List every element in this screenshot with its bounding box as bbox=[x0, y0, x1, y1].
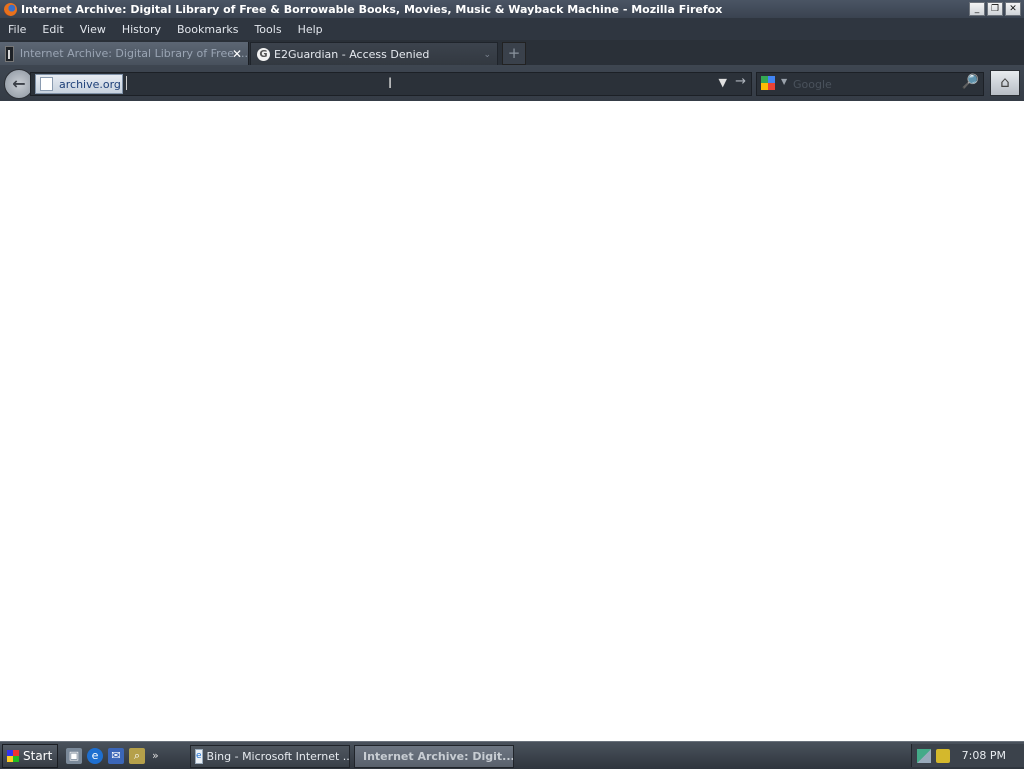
internet-explorer-icon[interactable]: e bbox=[87, 747, 103, 764]
taskbar-item-firefox[interactable]: Internet Archive: Digit... bbox=[354, 745, 514, 768]
url-input[interactable] bbox=[125, 74, 709, 94]
home-button[interactable]: ⌂ bbox=[990, 70, 1020, 96]
maximize-button[interactable]: ❐ bbox=[987, 2, 1003, 16]
tab-e2guardian[interactable]: G E2Guardian - Access Denied ⌄ bbox=[250, 42, 498, 67]
security-icon[interactable] bbox=[936, 748, 950, 763]
taskbar: Start ▣ e ✉ ⌕ » e Bing - Microsoft Inter… bbox=[0, 741, 1024, 769]
tab-internet-archive[interactable]: Internet Archive: Digital Library of Fre… bbox=[0, 42, 249, 65]
google-favicon-icon: G bbox=[257, 48, 270, 61]
search-input[interactable] bbox=[791, 74, 955, 94]
clock[interactable]: 7:08 PM bbox=[962, 749, 1006, 762]
window-title: Internet Archive: Digital Library of Fre… bbox=[21, 2, 723, 16]
search-bar[interactable]: ▼ 🔎 bbox=[756, 72, 984, 96]
text-caret bbox=[126, 76, 127, 90]
start-label: Start bbox=[23, 748, 53, 763]
site-identity-button[interactable]: archive.org bbox=[35, 74, 123, 94]
ie-page-icon: e bbox=[195, 749, 203, 764]
taskbar-item-label: Bing - Microsoft Internet ... bbox=[206, 750, 350, 763]
new-tab-button[interactable]: + bbox=[502, 42, 526, 65]
url-history-dropdown-icon[interactable]: ▼ bbox=[719, 76, 727, 89]
start-button[interactable]: Start bbox=[2, 743, 58, 768]
close-tab-icon[interactable]: ✕ bbox=[232, 47, 242, 61]
page-icon bbox=[40, 77, 53, 91]
taskbar-item-bing[interactable]: e Bing - Microsoft Internet ... bbox=[190, 745, 350, 768]
close-button[interactable]: ✕ bbox=[1005, 2, 1021, 16]
quick-launch: ▣ e ✉ ⌕ » bbox=[66, 747, 159, 764]
tab-label: E2Guardian - Access Denied bbox=[274, 48, 430, 61]
menu-file[interactable]: File bbox=[0, 23, 34, 36]
archive-icon bbox=[5, 45, 14, 62]
taskbar-item-label: Internet Archive: Digit... bbox=[363, 750, 514, 763]
outlook-express-icon[interactable]: ✉ bbox=[108, 747, 124, 764]
navigation-toolbar: ← archive.org ▼ → ▼ 🔎 ⌂ bbox=[0, 65, 1024, 102]
google-engine-icon[interactable] bbox=[761, 76, 775, 90]
menu-help[interactable]: Help bbox=[290, 23, 331, 36]
search-icon[interactable]: 🔎 bbox=[962, 74, 979, 90]
tab-label: Internet Archive: Digital Library of Fre… bbox=[19, 47, 248, 60]
tab-chevron-icon: ⌄ bbox=[483, 49, 491, 60]
window-title-bar: Internet Archive: Digital Library of Fre… bbox=[0, 0, 1024, 18]
menu-bookmarks[interactable]: Bookmarks bbox=[169, 23, 246, 36]
network-icon[interactable] bbox=[917, 748, 931, 763]
menu-tools[interactable]: Tools bbox=[246, 23, 289, 36]
page-content[interactable] bbox=[0, 101, 1024, 741]
menu-edit[interactable]: Edit bbox=[34, 23, 71, 36]
menu-history[interactable]: History bbox=[114, 23, 169, 36]
window-controls: _ ❐ ✕ bbox=[969, 2, 1021, 16]
minimize-button[interactable]: _ bbox=[969, 2, 985, 16]
windows-logo-icon bbox=[7, 749, 19, 762]
engine-dropdown-icon[interactable]: ▼ bbox=[781, 77, 787, 86]
quick-launch-chevron-icon[interactable]: » bbox=[152, 749, 159, 762]
go-arrow-icon[interactable]: → bbox=[735, 74, 746, 89]
firefox-icon bbox=[4, 2, 17, 16]
system-tray: 7:08 PM bbox=[911, 744, 1024, 767]
menu-view[interactable]: View bbox=[72, 23, 114, 36]
show-desktop-icon[interactable]: ▣ bbox=[66, 747, 82, 764]
menu-bar: File Edit View History Bookmarks Tools H… bbox=[0, 18, 1024, 40]
site-identity-label: archive.org bbox=[59, 77, 121, 91]
ibeam-cursor-icon: I bbox=[388, 76, 393, 92]
search-program-icon[interactable]: ⌕ bbox=[129, 747, 145, 764]
